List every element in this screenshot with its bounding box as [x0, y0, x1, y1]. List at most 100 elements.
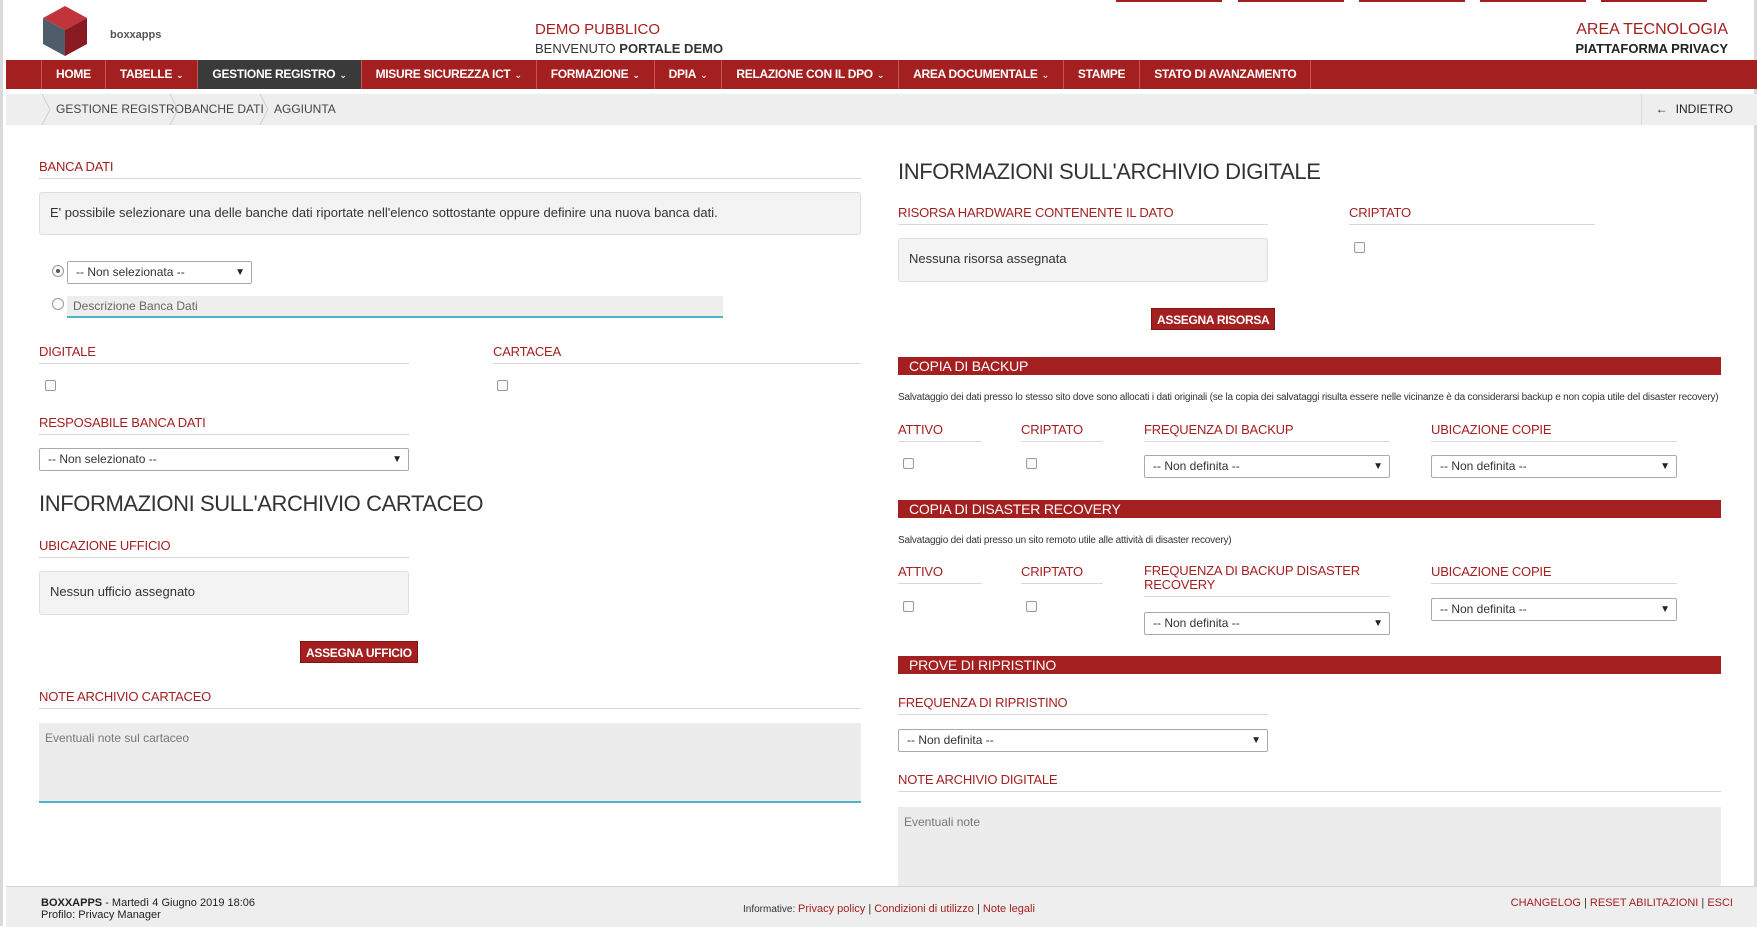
nav-item-stampe[interactable]: STAMPE	[1062, 60, 1139, 89]
nav-item-label: MISURE SICUREZZA ICT	[375, 67, 511, 81]
condizioni-link[interactable]: Condizioni di utilizzo	[874, 903, 974, 915]
note-legali-link[interactable]: Note legali	[983, 903, 1035, 915]
arrow-left-icon: ←	[1655, 102, 1668, 116]
note-cartaceo-label: NOTE ARCHIVIO CARTACEO	[39, 689, 861, 709]
chevron-down-icon: ⌄	[176, 70, 184, 80]
top-tab-strip	[1480, 0, 1586, 2]
footer-left: BOXXAPPS - Martedì 4 Giugno 2019 18:06 P…	[41, 897, 255, 921]
assegna-ufficio-button[interactable]: ASSEGNA UFFICIO	[300, 641, 418, 663]
dr-ubicazione-copie-select[interactable]: -- Non definita -- ▼	[1431, 598, 1677, 621]
footer-profile: Profilo: Privacy Manager	[41, 909, 161, 921]
note-cartaceo-textarea[interactable]: Eventuali note sul cartaceo	[39, 723, 861, 803]
top-tab-strip	[1601, 0, 1707, 2]
nav-item-formazione[interactable]: FORMAZIONE ⌄	[535, 60, 654, 89]
changelog-link[interactable]: CHANGELOG	[1511, 897, 1581, 909]
responsabile-select[interactable]: -- Non selezionato -- ▼	[39, 448, 409, 471]
banca-dati-title: BANCA DATI	[39, 159, 861, 179]
nav-item-label: STAMPE	[1077, 67, 1126, 81]
radio-new-banca-dati[interactable]	[52, 298, 64, 310]
footer: BOXXAPPS - Martedì 4 Giugno 2019 18:06 P…	[6, 886, 1757, 927]
dr-ubicazione-copie-label: UBICAZIONE COPIE	[1431, 564, 1677, 584]
frequenza-ripristino-select[interactable]: -- Non definita -- ▼	[898, 729, 1268, 752]
demo-header: DEMO PUBBLICO BENVENUTO PORTALE DEMO	[535, 20, 723, 58]
frequenza-backup-select[interactable]: -- Non definita -- ▼	[1144, 455, 1390, 478]
privacy-policy-link[interactable]: Privacy policy	[798, 903, 865, 915]
main-nav: HOME TABELLE ⌄ GESTIONE REGISTRO ⌄ MISURE SIC…	[6, 60, 1757, 89]
criptato-checkbox[interactable]	[1354, 242, 1365, 253]
nav-item-label: DPIA	[668, 67, 697, 81]
nav-item-label: GESTIONE REGISTRO	[212, 67, 336, 81]
boxxapps-logo[interactable]: boxxapps	[40, 4, 180, 62]
radio-select-existing[interactable]	[52, 265, 64, 277]
nav-item-misure-sicurezza-ict[interactable]: MISURE SICUREZZA ICT ⌄	[360, 60, 536, 89]
frequenza-dr-value: -- Non definita --	[1153, 616, 1240, 630]
footer-brand: BOXXAPPS	[41, 897, 103, 909]
banca-dati-info: E' possibile selezionare una delle banch…	[39, 192, 861, 235]
nav-item-home[interactable]: HOME	[41, 60, 105, 89]
breadcrumb: GESTIONE REGISTRO BANCHE DATI AGGIUNTA ←…	[6, 94, 1757, 125]
assegna-risorsa-button[interactable]: ASSEGNA RISORSA	[1151, 308, 1276, 330]
back-label: INDIETRO	[1675, 102, 1733, 116]
nav-item-gestione-registro[interactable]: GESTIONE REGISTRO ⌄	[197, 60, 361, 89]
dr-attivo-label: ATTIVO	[898, 564, 982, 584]
archivio-cartaceo-title: INFORMAZIONI SULL'ARCHIVIO CARTACEO	[39, 491, 484, 516]
nav-item-relazione-con-il-dpo[interactable]: RELAZIONE CON IL DPO ⌄	[721, 60, 898, 89]
area-title: AREA TECNOLOGIA	[1576, 21, 1728, 38]
top-tab-strip	[1238, 0, 1344, 2]
footer-informative: Informative: Privacy policy | Condizioni…	[743, 903, 1035, 915]
frequenza-dr-select[interactable]: -- Non definita -- ▼	[1144, 612, 1390, 635]
area-header: AREA TECNOLOGIA PIATTAFORMA PRIVACY	[1575, 20, 1728, 58]
dr-description: Salvataggio dei dati presso un sito remo…	[898, 535, 1232, 546]
frequenza-backup-value: -- Non definita --	[1153, 459, 1240, 473]
esci-link[interactable]: ESCI	[1707, 897, 1733, 909]
backup-criptato-checkbox[interactable]	[1026, 458, 1037, 469]
chevron-down-icon: ⌄	[700, 70, 708, 80]
caret-down-icon: ▼	[1251, 735, 1261, 746]
dr-section-bar: COPIA DI DISASTER RECOVERY	[898, 500, 1721, 518]
cartacea-label: CARTACEA	[493, 344, 861, 364]
backup-attivo-checkbox[interactable]	[903, 458, 914, 469]
breadcrumb-separator-icon	[41, 94, 51, 125]
backup-attivo-label: ATTIVO	[898, 422, 982, 442]
back-button[interactable]: ← INDIETRO	[1640, 94, 1757, 125]
footer-right: CHANGELOG | RESET ABILITAZIONI | ESCI	[1510, 897, 1733, 909]
nav-item-label: FORMAZIONE	[550, 67, 629, 81]
ubicazione-copie-select[interactable]: -- Non definita -- ▼	[1431, 455, 1677, 478]
nav-item-label: RELAZIONE CON IL DPO	[736, 67, 873, 81]
cartacea-checkbox[interactable]	[497, 380, 508, 391]
footer-datetime: - Martedì 4 Giugno 2019 18:06	[102, 897, 256, 909]
cube-logo-icon	[43, 6, 87, 56]
dr-criptato-checkbox[interactable]	[1026, 601, 1037, 612]
demo-title: DEMO PUBBLICO	[535, 21, 661, 38]
responsabile-select-value: -- Non selezionato --	[48, 452, 157, 466]
descrizione-banca-dati-input[interactable]: Descrizione Banca Dati	[67, 296, 723, 318]
ripristino-section-bar: PROVE DI RIPRISTINO	[898, 656, 1721, 674]
app-frame: boxxapps DEMO PUBBLICO BENVENUTO PORTALE…	[0, 0, 1757, 927]
breadcrumb-item-aggiunta: AGGIUNTA	[274, 102, 336, 116]
nav-item-area-documentale[interactable]: AREA DOCUMENTALE ⌄	[898, 60, 1063, 89]
risorsa-hardware-value: Nessuna risorsa assegnata	[898, 238, 1268, 282]
digitale-label: DIGITALE	[39, 344, 409, 364]
caret-down-icon: ▼	[1660, 604, 1670, 615]
reset-abilitazioni-link[interactable]: RESET ABILITAZIONI	[1590, 897, 1698, 909]
nav-item-stato-di-avanzamento[interactable]: STATO DI AVANZAMENTO	[1139, 60, 1312, 89]
criptato-label: CRIPTATO	[1349, 205, 1595, 225]
ubicazione-copie-value: -- Non definita --	[1440, 459, 1527, 473]
breadcrumb-item-banche-dati[interactable]: BANCHE DATI	[184, 94, 264, 125]
breadcrumb-separator-icon	[259, 94, 269, 125]
note-digitale-textarea[interactable]: Eventuali note	[898, 807, 1721, 886]
chevron-down-icon: ⌄	[876, 70, 885, 80]
banca-dati-select[interactable]: -- Non selezionata -- ▼	[67, 261, 252, 284]
archivio-digitale-title: INFORMAZIONI SULL'ARCHIVIO DIGITALE	[898, 159, 1321, 184]
dr-criptato-label: CRIPTATO	[1021, 564, 1103, 584]
breadcrumb-item-gestione-registro[interactable]: GESTIONE REGISTRO	[56, 94, 184, 125]
frequenza-dr-label: FREQUENZA DI BACKUP DISASTER RECOVERY	[1144, 564, 1390, 597]
dr-attivo-checkbox[interactable]	[903, 601, 914, 612]
nav-item-dpia[interactable]: DPIA ⌄	[653, 60, 722, 89]
ubicazione-ufficio-label: UBICAZIONE UFFICIO	[39, 538, 409, 558]
digitale-checkbox[interactable]	[45, 380, 56, 391]
responsabile-label: RESPOSABILE BANCA DATI	[39, 415, 409, 435]
nav-item-tabelle[interactable]: TABELLE ⌄	[104, 60, 198, 89]
caret-down-icon: ▼	[1660, 461, 1670, 472]
breadcrumb-separator-icon	[169, 94, 179, 125]
